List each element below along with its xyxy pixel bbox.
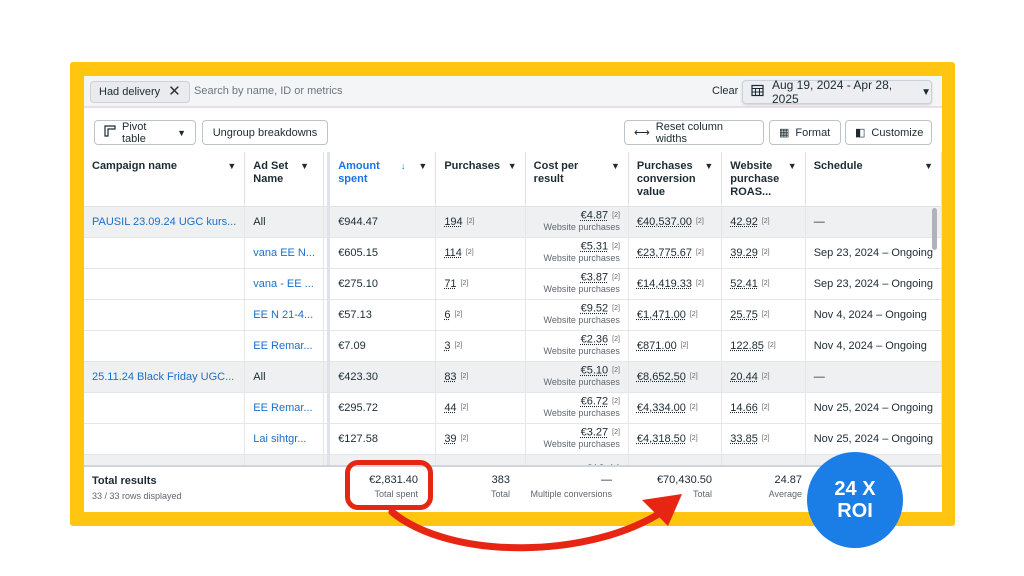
roi-badge: 24 X ROI	[807, 452, 903, 548]
roi-badge-line1: 24 X	[834, 478, 876, 500]
roi-badge-line2: ROI	[837, 500, 873, 522]
